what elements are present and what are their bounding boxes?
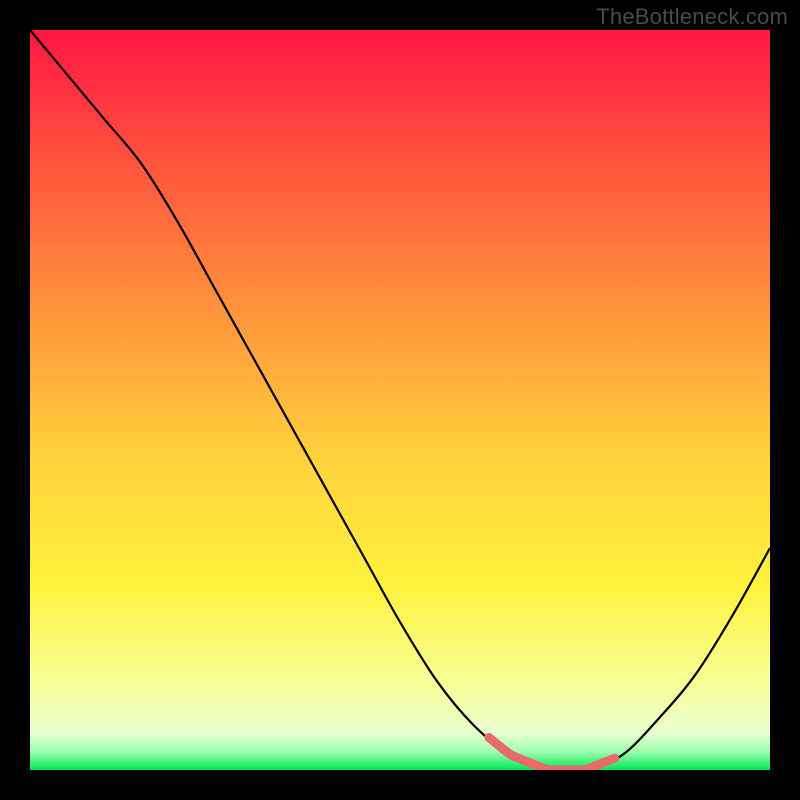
plot-area (30, 30, 770, 770)
gradient-background (30, 30, 770, 770)
chart-svg (30, 30, 770, 770)
chart-container: TheBottleneck.com (0, 0, 800, 800)
watermark-text: TheBottleneck.com (596, 4, 788, 30)
